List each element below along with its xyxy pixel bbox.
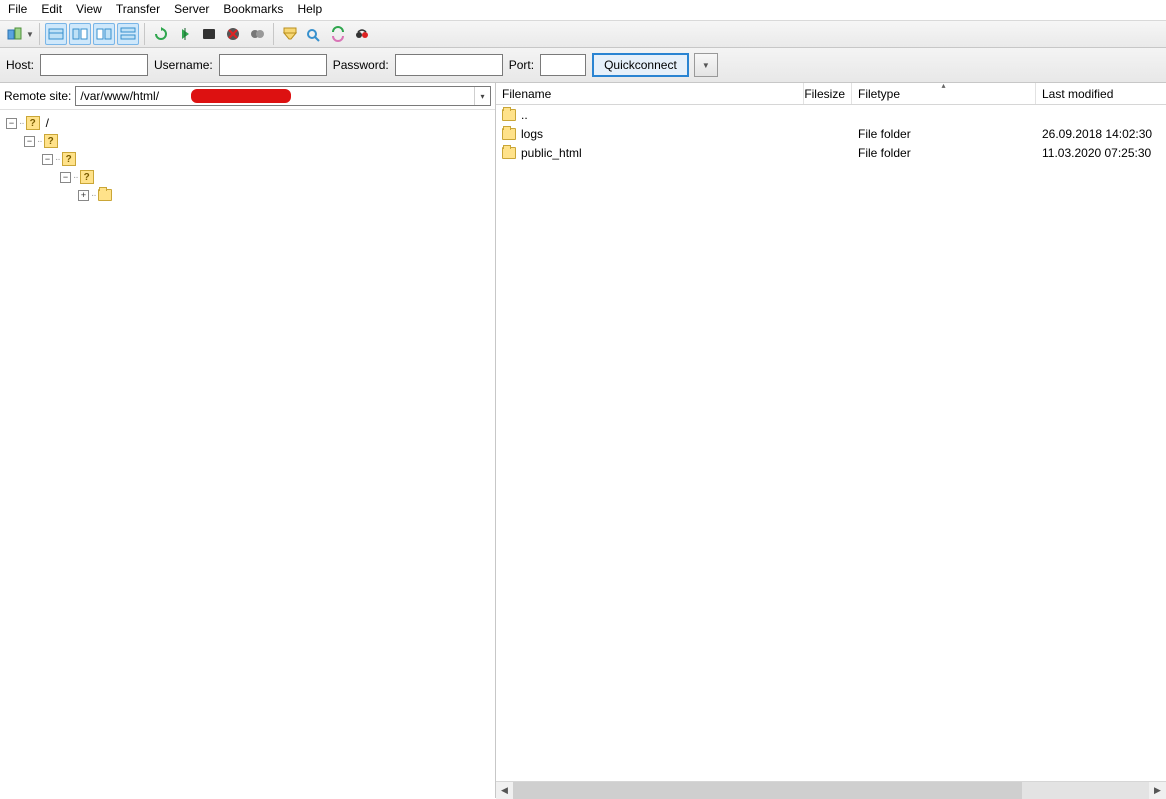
tree-connector: ·· (37, 136, 42, 147)
separator (39, 23, 40, 45)
toolbar: ▼ (0, 20, 1166, 48)
scroll-left-button[interactable]: ◀ (496, 782, 513, 799)
sync-browse-button[interactable] (327, 23, 349, 45)
tree-expand-icon[interactable]: + (78, 190, 89, 201)
username-input[interactable] (219, 54, 327, 76)
remote-site-row: Remote site: ▾ (0, 83, 495, 110)
scroll-thumb[interactable] (513, 782, 1022, 799)
column-filetype[interactable]: Filetype ▴ (852, 83, 1036, 104)
separator (273, 23, 274, 45)
remote-site-combo[interactable]: ▾ (75, 86, 491, 106)
folder-icon (502, 128, 516, 140)
tree-connector: ·· (91, 190, 96, 201)
remote-directory-tree[interactable]: − ·· ? / − ·· ? − ·· ? − ·· ? + (0, 110, 495, 798)
unknown-folder-icon: ? (44, 134, 58, 148)
port-input[interactable] (540, 54, 586, 76)
cancel-button[interactable] (198, 23, 220, 45)
toggle-local-tree-button[interactable] (69, 23, 91, 45)
process-queue-button[interactable] (174, 23, 196, 45)
menu-help[interactable]: Help (297, 2, 322, 16)
host-label: Host: (6, 58, 34, 72)
tree-collapse-icon[interactable]: − (6, 118, 17, 129)
toggle-message-log-button[interactable] (45, 23, 67, 45)
remote-tree-pane: Remote site: ▾ − ·· ? / − ·· ? − ·· (0, 83, 496, 798)
file-row[interactable]: public_html File folder 11.03.2020 07:25… (496, 143, 1166, 162)
horizontal-scrollbar[interactable]: ◀ ▶ (496, 781, 1166, 798)
toggle-queue-button[interactable] (117, 23, 139, 45)
unknown-folder-icon: ? (62, 152, 76, 166)
main-split: Remote site: ▾ − ·· ? / − ·· ? − ·· (0, 83, 1166, 798)
quickconnect-bar: Host: Username: Password: Port: Quickcon… (0, 48, 1166, 83)
tree-connector: ·· (19, 118, 24, 129)
file-row[interactable]: logs File folder 26.09.2018 14:02:30 (496, 124, 1166, 143)
separator (144, 23, 145, 45)
scroll-right-button[interactable]: ▶ (1149, 782, 1166, 799)
disconnect-button[interactable] (222, 23, 244, 45)
filter-button[interactable] (279, 23, 301, 45)
menu-server[interactable]: Server (174, 2, 209, 16)
tree-node-root[interactable]: / (46, 116, 49, 130)
menu-transfer[interactable]: Transfer (116, 2, 160, 16)
port-label: Port: (509, 58, 534, 72)
chevron-down-icon[interactable]: ▾ (474, 87, 490, 105)
folder-icon (502, 147, 516, 159)
password-label: Password: (333, 58, 389, 72)
tree-collapse-icon[interactable]: − (24, 136, 35, 147)
menu-bookmarks[interactable]: Bookmarks (223, 2, 283, 16)
sort-asc-icon: ▴ (941, 81, 945, 90)
password-input[interactable] (395, 54, 503, 76)
menu-view[interactable]: View (76, 2, 102, 16)
column-filesize[interactable]: Filesize (804, 83, 852, 104)
file-list-header: Filename Filesize Filetype ▴ Last modifi… (496, 83, 1166, 105)
search-button[interactable] (351, 23, 373, 45)
redacted-area (191, 89, 291, 103)
tree-connector: ·· (55, 154, 60, 165)
tree-collapse-icon[interactable]: − (42, 154, 53, 165)
remote-file-list-pane: Filename Filesize Filetype ▴ Last modifi… (496, 83, 1166, 798)
menubar: File Edit View Transfer Server Bookmarks… (0, 0, 1166, 20)
unknown-folder-icon: ? (26, 116, 40, 130)
column-filename[interactable]: Filename (496, 83, 804, 104)
remote-site-label: Remote site: (4, 89, 71, 103)
tree-connector: ·· (73, 172, 78, 183)
folder-icon (502, 109, 516, 121)
file-list-body[interactable]: .. logs File folder 26.09.2018 14:02:30 … (496, 105, 1166, 781)
compare-button[interactable] (303, 23, 325, 45)
site-manager-dropdown[interactable]: ▼ (26, 30, 34, 39)
unknown-folder-icon: ? (80, 170, 94, 184)
site-manager-button[interactable] (4, 23, 26, 45)
quickconnect-button[interactable]: Quickconnect (592, 53, 689, 77)
username-label: Username: (154, 58, 213, 72)
reconnect-button[interactable] (246, 23, 268, 45)
menu-file[interactable]: File (8, 2, 27, 16)
toggle-remote-tree-button[interactable] (93, 23, 115, 45)
quickconnect-dropdown[interactable]: ▼ (694, 53, 718, 77)
folder-icon (98, 189, 112, 201)
menu-edit[interactable]: Edit (41, 2, 62, 16)
refresh-button[interactable] (150, 23, 172, 45)
tree-collapse-icon[interactable]: − (60, 172, 71, 183)
scroll-track[interactable] (513, 782, 1149, 799)
file-row-parent[interactable]: .. (496, 105, 1166, 124)
host-input[interactable] (40, 54, 148, 76)
column-last-modified[interactable]: Last modified (1036, 83, 1166, 104)
